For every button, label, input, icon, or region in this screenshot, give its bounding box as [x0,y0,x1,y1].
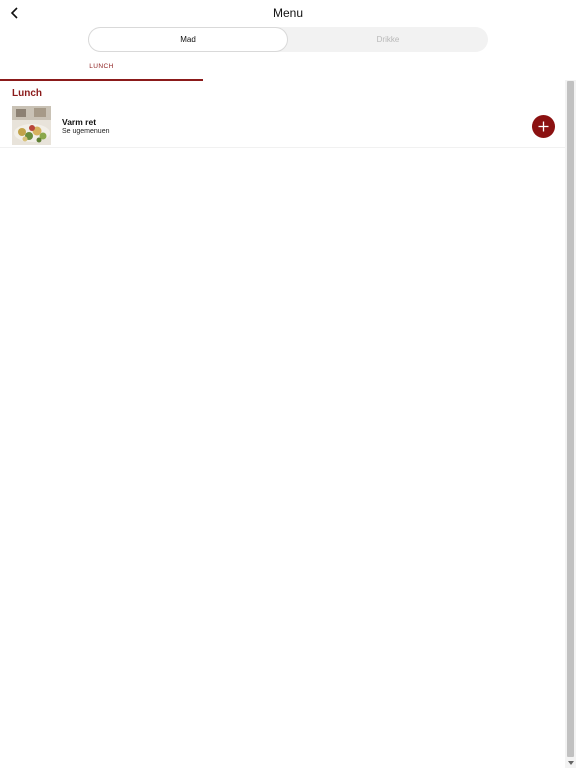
list-item[interactable]: Varm ret Se ugemenuen [0,103,565,148]
food-drink-toggle: Drikke Mad [88,27,488,52]
segment-drikke[interactable]: Drikke [288,27,488,52]
scroll-down-arrow-icon[interactable] [567,759,574,766]
plus-icon [538,121,549,132]
segment-mad[interactable]: Mad [88,27,288,52]
category-tabs: LUNCH [0,60,565,81]
food-photo-icon [12,106,51,145]
tab-lunch[interactable]: LUNCH [0,60,203,81]
add-button[interactable] [532,115,555,138]
scrollbar[interactable] [565,80,576,768]
item-name: Varm ret [62,117,97,127]
page-title: Menu [272,6,304,20]
section-title: Lunch [12,88,42,99]
scrollbar-thumb[interactable] [567,81,574,757]
item-description: Se ugemenuen [62,128,110,135]
header: Menu [0,0,576,26]
app: Menu Drikke Mad LUNCH Lunch Varm ret Se … [0,0,576,768]
